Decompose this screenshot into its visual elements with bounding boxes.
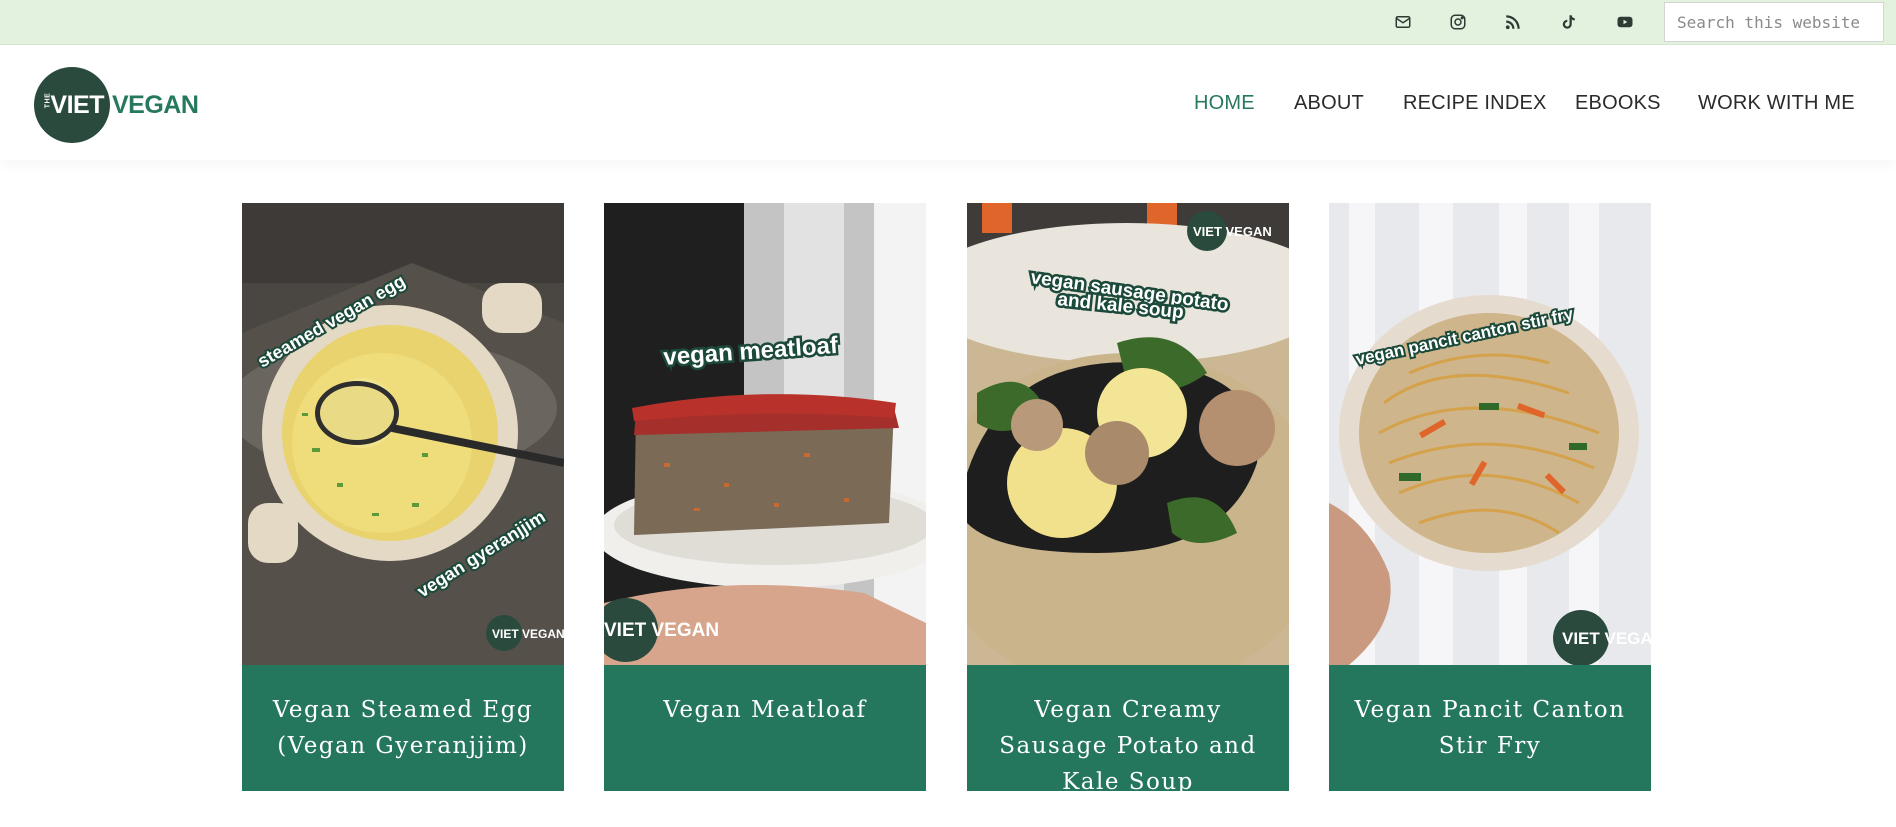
recipe-title-box: Vegan Steamed Egg (Vegan Gyeranjjim) <box>242 665 564 791</box>
nav-item-recipe-index[interactable]: RECIPE INDEX <box>1403 92 1547 115</box>
recipe-title[interactable]: Vegan Steamed Egg (Vegan Gyeranjjim) <box>253 692 553 791</box>
watermark-text: VIET VEGAN <box>492 627 564 641</box>
watermark-text: VIET VEGAN <box>1193 224 1272 239</box>
youtube-icon[interactable] <box>1612 9 1638 35</box>
logo-the-text: THE <box>44 92 52 109</box>
recipe-image[interactable]: vegan meatloaf VIET VEGAN <box>604 203 926 665</box>
recipe-title-box: Vegan Meatloaf <box>604 665 926 791</box>
watermark-text: VIET VEGAN <box>1562 629 1651 648</box>
logo-vegan-text: VEGAN <box>112 90 199 119</box>
email-icon[interactable] <box>1390 9 1416 35</box>
recipe-card[interactable]: steamed vegan egg vegan gyeranjjim VIET … <box>242 203 564 791</box>
logo-badge: THE VIET <box>34 67 110 143</box>
nav-item-work-with-me[interactable]: WORK WITH ME <box>1698 92 1855 115</box>
rss-icon[interactable] <box>1500 9 1526 35</box>
nav-item-home[interactable]: HOME <box>1194 92 1255 115</box>
recipe-image[interactable]: vegan pancit canton stir fry VIET VEGAN <box>1329 203 1651 665</box>
site-logo[interactable]: THE VIET VEGAN <box>34 67 199 143</box>
recipe-card[interactable]: vegan pancit canton stir fry VIET VEGAN … <box>1329 203 1651 791</box>
recipe-card[interactable]: vegan sausage potato and kale soup VIET … <box>967 203 1289 795</box>
recipe-title-box: Vegan Pancit Canton Stir Fry <box>1329 665 1651 791</box>
logo-viet-text: VIET <box>50 90 104 119</box>
recipe-title[interactable]: Vegan Meatloaf <box>615 692 915 791</box>
recipe-title[interactable]: Vegan Creamy Sausage Potato and Kale Sou… <box>978 692 1278 795</box>
recipe-image[interactable]: steamed vegan egg vegan gyeranjjim VIET … <box>242 203 564 665</box>
recipe-title[interactable]: Vegan Pancit Canton Stir Fry <box>1340 692 1640 791</box>
recipe-title-box: Vegan Creamy Sausage Potato and Kale Sou… <box>967 665 1289 795</box>
site-header: THE VIET VEGAN HOME ABOUT RECIPE INDEX E… <box>0 45 1896 160</box>
search-input[interactable] <box>1664 2 1884 42</box>
nav-item-ebooks[interactable]: EBOOKS <box>1575 92 1661 115</box>
watermark-text: VIET VEGAN <box>604 620 719 641</box>
instagram-icon[interactable] <box>1445 9 1471 35</box>
recipe-image[interactable]: vegan sausage potato and kale soup VIET … <box>967 203 1289 665</box>
recipe-card[interactable]: vegan meatloaf VIET VEGAN Vegan Meatloaf <box>604 203 926 791</box>
tiktok-icon[interactable] <box>1555 9 1581 35</box>
nav-item-about[interactable]: ABOUT <box>1294 92 1364 115</box>
top-bar <box>0 0 1896 45</box>
